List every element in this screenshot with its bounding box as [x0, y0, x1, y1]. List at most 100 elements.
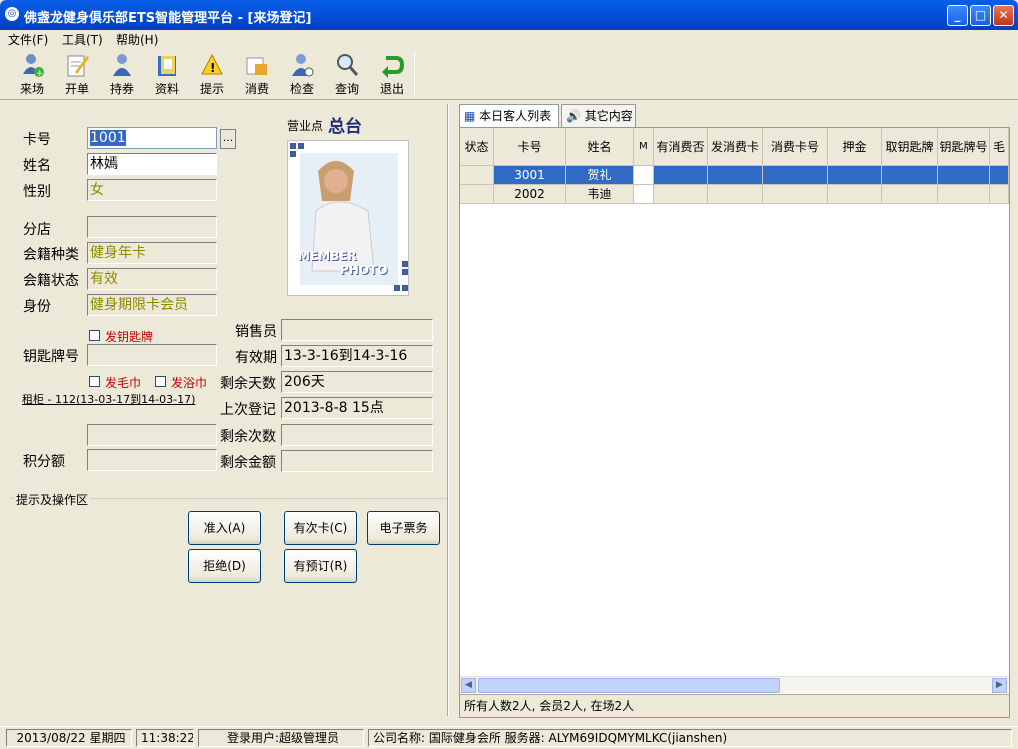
- horizontal-scrollbar[interactable]: ◀ ▶: [460, 676, 1009, 693]
- status-user: 登录用户:超级管理员: [198, 729, 364, 747]
- member-type-field: 健身年卡: [87, 242, 217, 264]
- toolbar-tip-button[interactable]: ! 提示: [191, 50, 233, 98]
- toolbar-order-button[interactable]: 开单: [56, 50, 98, 98]
- times-left-field: [281, 424, 433, 446]
- business-label: 营业点: [287, 119, 324, 133]
- member-type-label: 会籍种类: [23, 247, 79, 263]
- identity-label: 身份: [23, 299, 51, 315]
- locker-link[interactable]: 租柜 - 112(13-03-17到14-03-17): [22, 391, 195, 407]
- user-add-icon: +: [20, 52, 44, 79]
- menu-help[interactable]: 帮助(H): [116, 31, 158, 48]
- name-label: 姓名: [23, 158, 51, 174]
- user-icon: [110, 52, 134, 78]
- col-take-key[interactable]: 取钥匙牌: [882, 128, 938, 166]
- card-browse-button[interactable]: ...: [220, 129, 236, 149]
- photo-text-photo: PHOTO: [340, 263, 388, 277]
- card-no-input[interactable]: 1001: [87, 127, 217, 149]
- points-field: [87, 449, 217, 471]
- times-card-button[interactable]: 有次卡(C): [284, 511, 357, 545]
- col-consume-card-no[interactable]: 消费卡号: [763, 128, 828, 166]
- towel-checkbox[interactable]: [89, 376, 100, 387]
- table-row[interactable]: 3001 贺礼: [460, 166, 1009, 185]
- col-issue-card[interactable]: 发消费卡: [708, 128, 763, 166]
- toolbar-search-button[interactable]: 查询: [326, 50, 368, 98]
- eticket-button[interactable]: 电子票务: [367, 511, 440, 545]
- toolbar-exit-button[interactable]: 退出: [371, 50, 413, 98]
- grid-icon: ▦: [464, 109, 476, 123]
- tab-today-guests[interactable]: ▦ 本日客人列表: [459, 104, 559, 128]
- toolbar: + 来场 开单 持券 资料 ! 提示 消费 检查 查询 退出: [0, 48, 1018, 100]
- bath-towel-label: 发浴巾: [171, 376, 208, 390]
- key-no-field: [87, 344, 217, 366]
- title-bar: ◎ 佛盏龙健身俱乐部ETS智能管理平台 - [来场登记] _ □ ✕: [0, 0, 1018, 30]
- minimize-button[interactable]: _: [947, 5, 968, 26]
- scrollbar-thumb[interactable]: [478, 678, 780, 693]
- sales-label: 销售员: [235, 324, 277, 340]
- status-time: 11:38:22: [136, 729, 194, 747]
- key-issue-checkbox[interactable]: [89, 330, 100, 341]
- toolbar-separator: [414, 52, 415, 96]
- points-label: 积分额: [23, 454, 65, 470]
- table-row[interactable]: 2002 韦迪: [460, 185, 1009, 204]
- operation-group-label: 提示及操作区: [14, 491, 91, 508]
- close-button[interactable]: ✕: [993, 5, 1014, 26]
- times-left-label: 剩余次数: [220, 429, 276, 445]
- folder-icon: [245, 52, 269, 78]
- panel-divider: [447, 104, 449, 716]
- bath-towel-checkbox[interactable]: [155, 376, 166, 387]
- scroll-right-icon[interactable]: ▶: [992, 678, 1007, 693]
- member-photo: MEMBER PHOTO: [287, 140, 409, 296]
- svg-text:+: +: [36, 69, 44, 78]
- key-no-label: 钥匙牌号: [23, 349, 79, 365]
- refuse-button[interactable]: 拒绝(D): [188, 549, 261, 583]
- guest-list-table: 状态 卡号 姓名 M 有消费否 发消费卡 消费卡号 押金 取钥匙牌 钥匙牌号 毛…: [459, 127, 1010, 718]
- book-icon: [155, 52, 179, 78]
- toolbar-consume-button[interactable]: 消费: [236, 50, 278, 98]
- col-key-no[interactable]: 钥匙牌号: [938, 128, 990, 166]
- toolbar-check-button[interactable]: 检查: [281, 50, 323, 98]
- col-m[interactable]: M: [634, 128, 654, 166]
- photo-text-member: MEMBER: [298, 249, 357, 263]
- speaker-icon: 🔊: [566, 109, 581, 123]
- scroll-left-icon[interactable]: ◀: [461, 678, 476, 693]
- days-left-label: 剩余天数: [220, 376, 276, 392]
- card-no-label: 卡号: [23, 132, 51, 148]
- valid-label: 有效期: [235, 350, 277, 366]
- days-left-field: 206天: [281, 371, 433, 393]
- business-value: 总台: [328, 117, 362, 137]
- menu-bar: 文件(F) 工具(T) 帮助(H): [0, 30, 1018, 48]
- warning-icon: !: [200, 52, 224, 78]
- col-has-consume[interactable]: 有消费否: [654, 128, 708, 166]
- toolbar-coupon-button[interactable]: 持券: [101, 50, 143, 98]
- window-title: 佛盏龙健身俱乐部ETS智能管理平台 - [来场登记]: [24, 11, 312, 26]
- last-visit-field: 2013-8-8 15点: [281, 397, 433, 419]
- identity-field: 健身期限卡会员: [87, 294, 217, 316]
- tab-other-content[interactable]: 🔊 其它内容: [561, 104, 636, 128]
- name-field: 林嫣: [87, 153, 217, 175]
- branch-field: [87, 216, 217, 238]
- allow-button[interactable]: 准入(A): [188, 511, 261, 545]
- col-name[interactable]: 姓名: [566, 128, 634, 166]
- col-card-no[interactable]: 卡号: [494, 128, 566, 166]
- amount-left-label: 剩余金额: [220, 455, 276, 471]
- last-visit-label: 上次登记: [220, 402, 276, 418]
- menu-file[interactable]: 文件(F): [8, 31, 48, 48]
- maximize-button[interactable]: □: [970, 5, 991, 26]
- col-status[interactable]: 状态: [460, 128, 494, 166]
- toolbar-profile-button[interactable]: 资料: [146, 50, 188, 98]
- gender-label: 性别: [23, 184, 51, 200]
- menu-tools[interactable]: 工具(T): [62, 31, 103, 48]
- exit-icon: [380, 52, 405, 78]
- towel-label: 发毛巾: [105, 376, 142, 390]
- col-towel[interactable]: 毛: [990, 128, 1009, 166]
- valid-field: 13-3-16到14-3-16: [281, 345, 433, 367]
- status-date: 2013/08/22 星期四: [6, 729, 132, 747]
- user-check-icon: [290, 52, 314, 78]
- member-status-field: 有效: [87, 268, 217, 290]
- edit-icon: [65, 52, 89, 78]
- reserved-button[interactable]: 有预订(R): [284, 549, 357, 583]
- col-deposit[interactable]: 押金: [828, 128, 882, 166]
- blank-field: [87, 424, 217, 446]
- toolbar-visit-button[interactable]: + 来场: [11, 50, 53, 98]
- amount-left-field: [281, 450, 433, 472]
